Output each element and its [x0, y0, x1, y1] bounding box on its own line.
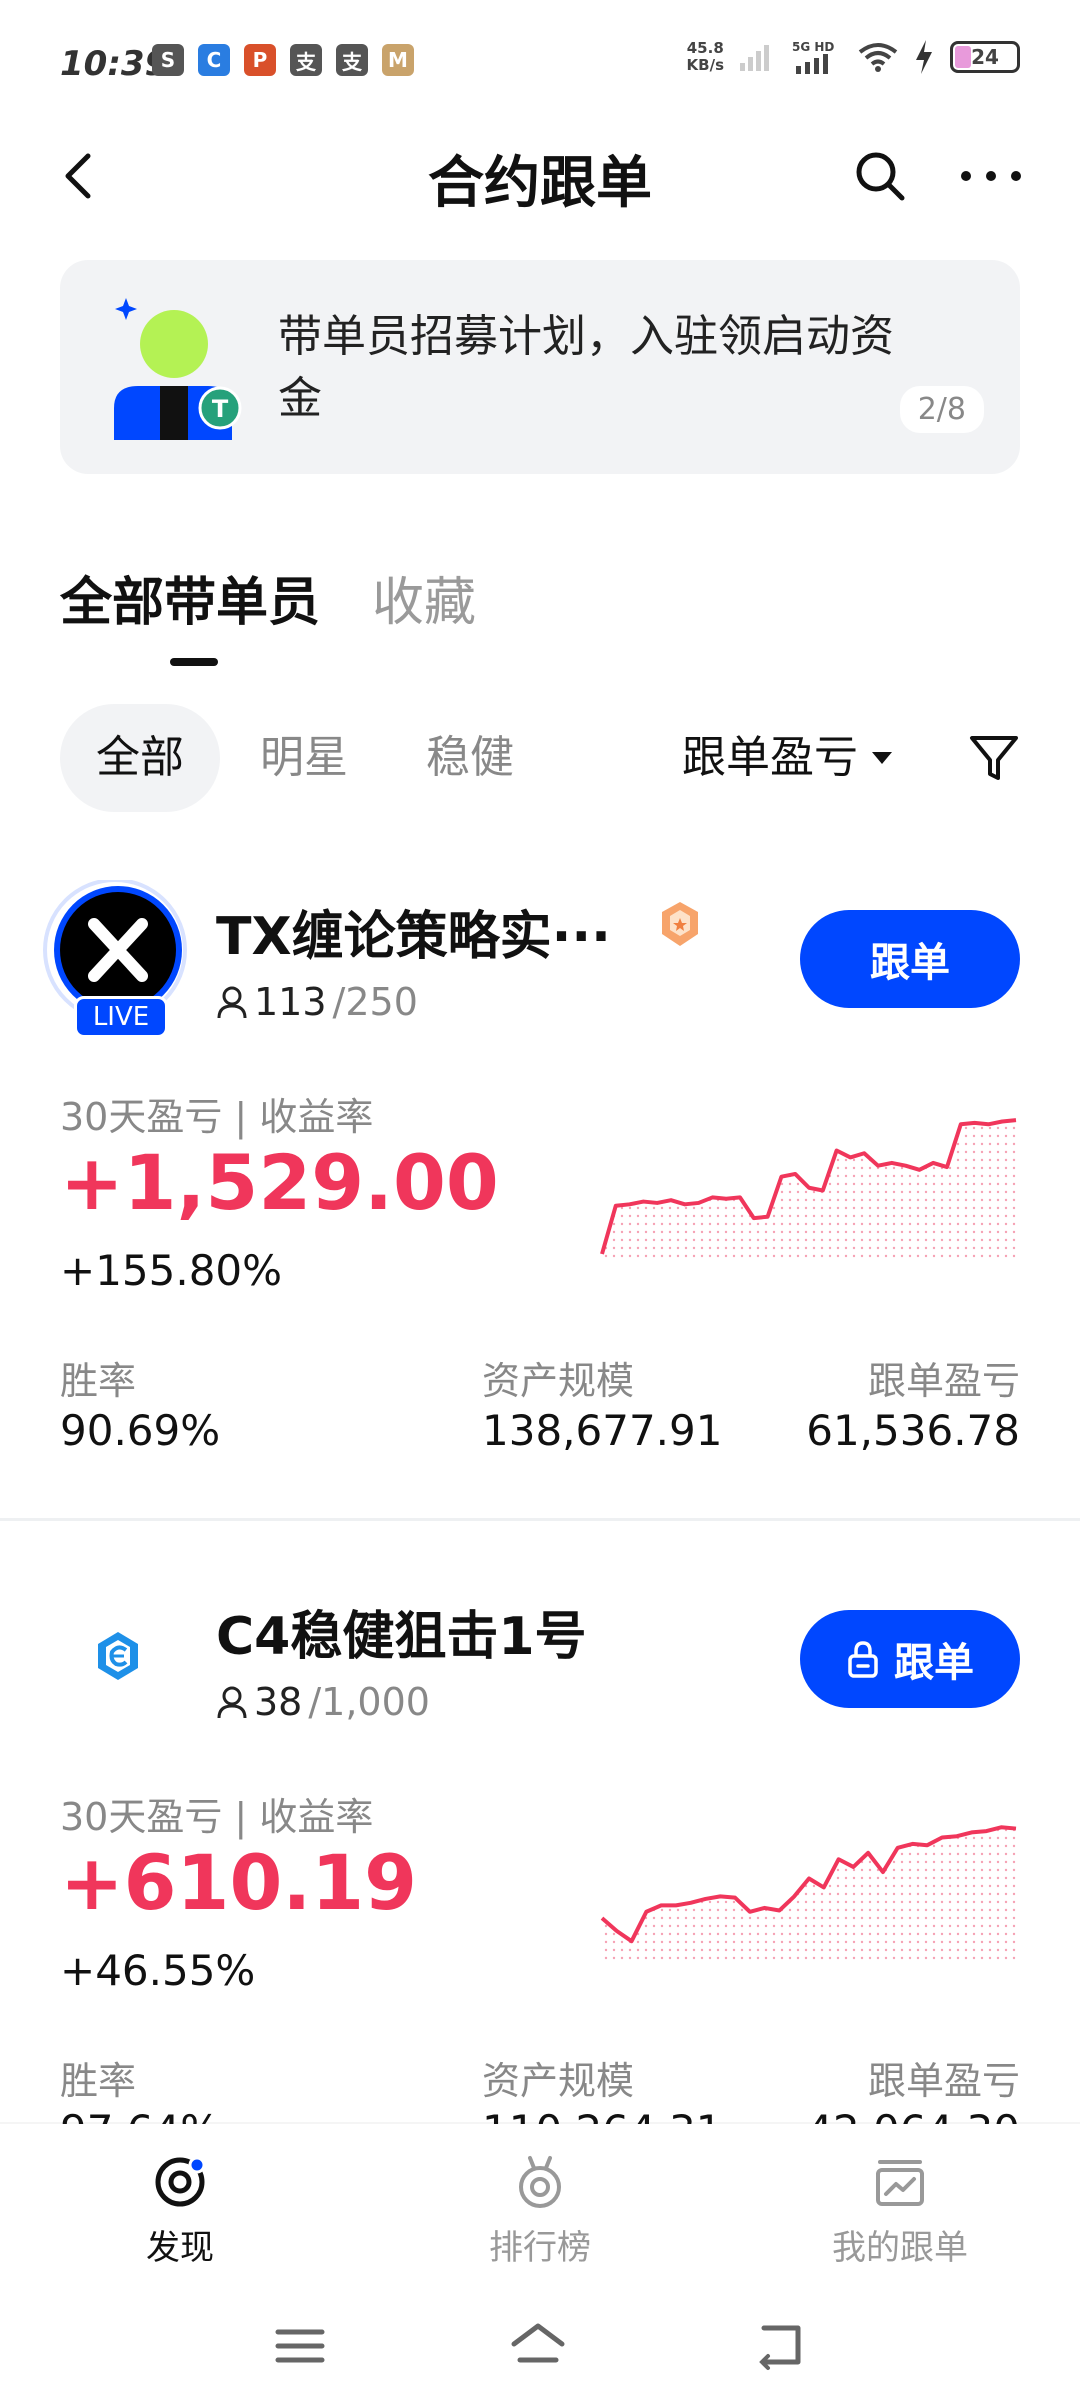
live-badge: LIVE: [74, 996, 168, 1038]
copy-pnl-label: 跟单盈亏: [867, 1359, 1020, 1403]
charging-icon: [916, 40, 932, 74]
aum-label: 资产规模: [482, 1359, 635, 1403]
filter-chip-all[interactable]: 全部: [60, 704, 220, 812]
notification-app-icon: C: [198, 44, 230, 76]
notification-icons: S C P 支 支 M: [152, 44, 414, 76]
sort-label: 跟单盈亏: [682, 732, 858, 783]
notification-app-icon: 支: [290, 44, 322, 76]
notification-app-icon: M: [382, 44, 414, 76]
aum-label: 资产规模: [482, 2059, 635, 2103]
trader-avatar[interactable]: [40, 1580, 190, 1730]
trader-name: TX缠论策略实···: [216, 907, 611, 967]
roi-value: +155.80%: [60, 1246, 283, 1295]
more-icon[interactable]: [956, 148, 1026, 204]
bottom-tab-my-copy[interactable]: 我的跟单: [800, 2154, 1000, 2269]
filter-chip-star[interactable]: 明星: [260, 704, 348, 812]
trader-card[interactable]: C4稳健狙击1号 38/1,000 跟单 30天盈亏 | 收益率 +610.19…: [0, 1570, 1080, 2130]
signal-weak-icon: [740, 45, 769, 71]
bottom-tab-discover[interactable]: 发现: [80, 2154, 280, 2269]
pnl-value: +1,529.00: [60, 1138, 499, 1227]
page-title: 合约跟单: [428, 151, 652, 216]
filter-icon[interactable]: [966, 730, 1022, 786]
system-navigation-bar: [0, 2284, 1080, 2408]
follower-count: 38/1,000: [216, 1680, 430, 1724]
pnl-sparkline: [600, 1118, 1017, 1260]
copy-pnl-value: 61,536.78: [806, 1406, 1020, 1455]
pnl-value: +610.19: [60, 1838, 417, 1927]
bronze-medal-icon: [662, 902, 698, 946]
back-icon[interactable]: [750, 2318, 810, 2374]
filter-chip-stable[interactable]: 稳健: [426, 704, 514, 812]
copy-pnl-label: 跟单盈亏: [867, 2059, 1020, 2103]
lock-icon: [848, 1641, 878, 1678]
battery-icon: 24: [950, 41, 1020, 73]
win-rate-label: 胜率: [60, 1359, 137, 1403]
home-icon[interactable]: [508, 2318, 568, 2374]
trader-card[interactable]: LIVE TX缠论策略实··· 113/250 跟单 30天盈亏 | 收益率 +…: [0, 870, 1080, 1520]
trader-illustration-icon: T: [114, 298, 242, 440]
follower-count: 113/250: [216, 980, 418, 1024]
trader-tabs: 全部带单员 收藏: [60, 560, 476, 635]
medal-icon: [519, 2156, 561, 2208]
tab-favorites[interactable]: 收藏: [372, 560, 476, 635]
tab-active-indicator: [170, 658, 218, 666]
status-bar: 10:39 S C P 支 支 M 45.8 KB/s 5G HD 24: [0, 0, 1080, 128]
wifi-icon: [858, 43, 898, 72]
tab-all-traders[interactable]: 全部带单员: [60, 560, 320, 635]
win-rate-value: 90.69%: [60, 1406, 221, 1455]
signal-5g-icon: 5G HD: [792, 40, 842, 74]
filter-bar: 全部 明星 稳健 跟单盈亏: [60, 704, 1020, 812]
recruitment-banner[interactable]: T 带单员招募计划，入驻领启动资金 2/8: [60, 260, 1020, 474]
notification-app-icon: 支: [336, 44, 368, 76]
portfolio-icon: [876, 2160, 924, 2206]
sort-dropdown[interactable]: 跟单盈亏: [682, 704, 892, 812]
banner-text: 带单员招募计划，入驻领启动资金: [278, 311, 894, 424]
notification-app-icon: P: [244, 44, 276, 76]
menu-icon[interactable]: [270, 2318, 330, 2374]
svg-text:T: T: [212, 395, 229, 423]
notification-app-icon: S: [152, 44, 184, 76]
user-icon: [217, 1686, 247, 1719]
banner-pager: 2/8: [899, 386, 984, 433]
caret-down-icon: [872, 752, 892, 764]
card-divider: [0, 1518, 1080, 1521]
sparkline-area: [602, 1827, 1016, 1960]
search-icon[interactable]: [852, 148, 908, 204]
bottom-tab-bar: 发现 排行榜 我的跟单: [0, 2124, 1080, 2284]
pnl-metric-label: 30天盈亏 | 收益率: [60, 1795, 374, 1839]
pnl-sparkline: [600, 1825, 1017, 1960]
win-rate-label: 胜率: [60, 2059, 137, 2103]
user-icon: [217, 986, 247, 1019]
top-nav-bar: 合约跟单: [0, 128, 1080, 224]
network-speed: 45.8 KB/s: [686, 39, 724, 74]
bottom-tab-leaderboard[interactable]: 排行榜: [440, 2154, 640, 2269]
aum-value: 138,677.91: [482, 1406, 723, 1455]
follow-button[interactable]: 跟单: [800, 910, 1020, 1008]
pnl-metric-label: 30天盈亏 | 收益率: [60, 1095, 374, 1139]
trader-name: C4稳健狙击1号: [216, 1607, 587, 1667]
follow-button-locked[interactable]: 跟单: [800, 1610, 1020, 1708]
system-indicators: 45.8 KB/s 5G HD 24: [687, 40, 1020, 74]
discover-icon: [155, 2156, 206, 2207]
roi-value: +46.55%: [60, 1946, 256, 1995]
